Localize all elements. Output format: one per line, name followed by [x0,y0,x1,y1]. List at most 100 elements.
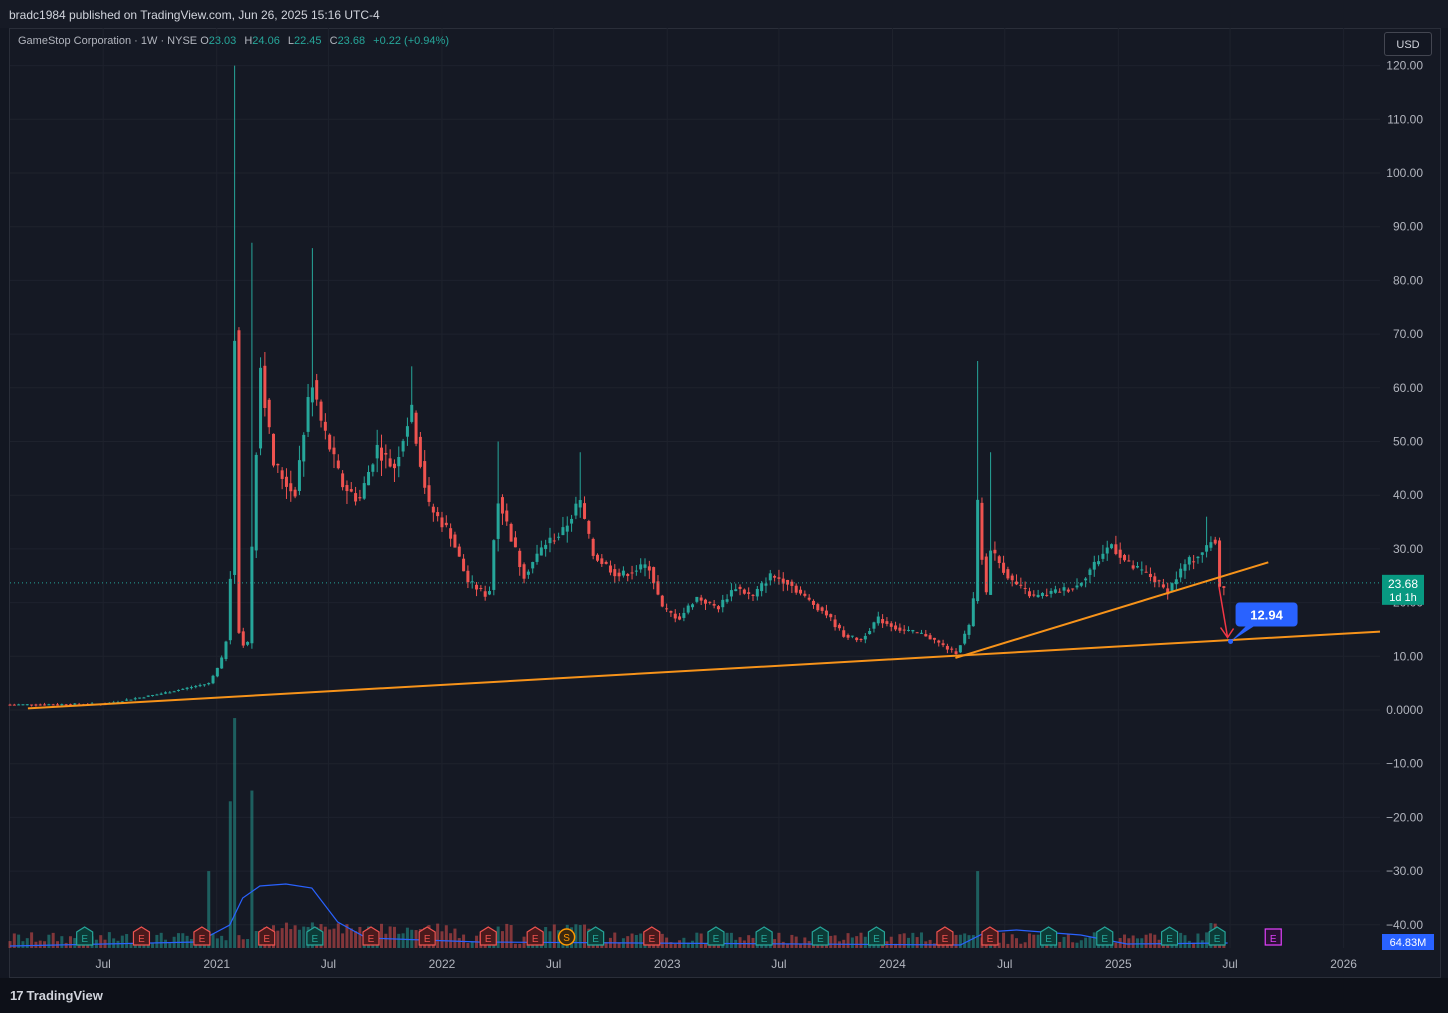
volume-bar [1036,934,1040,948]
candle-body [21,704,25,706]
candle-body [691,604,695,608]
candle-body [1032,594,1036,596]
candle-body [444,522,448,526]
volume-bar [211,933,215,948]
earnings-marker-label: E [987,934,994,945]
volume-bar [1084,937,1088,948]
y-tick-label: 50.00 [1393,435,1423,449]
earnings-marker-label: E [424,934,431,945]
earnings-marker-label: E [81,934,88,945]
y-tick-label: 100.00 [1386,166,1423,180]
candle-body [799,589,803,594]
candle-body [989,550,993,595]
volume-bar [518,943,522,948]
volume-bar [436,923,440,948]
volume-bar [1006,943,1010,948]
candle-body [643,564,647,568]
candle-body [699,597,703,601]
footer: 17 TradingView [0,978,1448,1013]
volume-bar [401,933,405,948]
tradingview-logo[interactable]: 17 TradingView [10,988,103,1003]
price-chart[interactable]: 12.94 E E E E E E E E E S E E E E E E E E E E E E E 120.00 110.… [0,0,1448,978]
volume-bar [1179,932,1183,948]
volume-bar [1183,935,1187,948]
candle-body [392,463,396,469]
volume-bar [129,943,133,948]
candle-body [38,704,42,706]
candle-body [453,534,457,548]
volume-bar [738,937,742,948]
open-value: 23.03 [208,35,237,47]
candle-body [1179,568,1183,578]
candle-body [319,401,323,421]
volume-bar [414,930,418,948]
candle-body [1213,539,1217,544]
candle-body [1131,565,1135,569]
candle-body [522,564,526,579]
change-value: +0.22 (+0.94%) [373,35,449,47]
candle-body [233,340,237,575]
trendline [955,561,1269,659]
volume-bar [751,937,755,948]
candle-body [375,444,379,459]
candle-body [276,463,280,466]
candle-body [1135,566,1139,568]
projection-arrow-shaft [1218,586,1229,638]
candle-body [531,561,535,569]
candle-body [570,518,574,524]
volume-bar [1127,938,1131,948]
candle-body [176,689,180,691]
candle-body [1187,557,1191,565]
volume-bar [354,931,358,948]
volume-bar [928,939,932,948]
volume-bar [237,935,241,948]
candle-body [60,704,64,706]
volume-bar [1066,933,1070,948]
candle-body [323,421,327,431]
candle-body [315,380,319,400]
candle-body [138,697,142,699]
candle-body [932,637,936,640]
volume-bar [164,939,168,948]
volume-bar [907,937,911,948]
candle-body [30,704,34,706]
candle-body [678,616,682,620]
volume-bar [302,926,306,948]
earnings-marker-label: E [485,934,492,945]
candle-body [639,564,643,570]
candle-body [293,489,297,497]
volume-bar [453,928,457,948]
volume-bar [500,931,504,948]
candle-body [829,614,833,618]
candle-body [1097,561,1101,565]
candle-body [397,457,401,467]
candle-body [837,624,841,629]
candle-body [384,453,388,455]
candle-body [872,622,876,629]
candle-body [284,476,288,487]
candle-body [846,635,850,638]
candle-body [889,623,893,627]
volume-bar [21,941,25,948]
candle-body [341,473,345,488]
candle-body [764,583,768,586]
candle-body [1183,564,1187,571]
volume-bar [1148,933,1152,948]
y-tick-label: 0.0000 [1386,703,1423,717]
volume-bar [60,936,64,948]
candle-body [215,667,219,677]
candle-body [181,688,185,690]
volume-bar [1075,942,1079,948]
candle-body [967,624,971,635]
currency-button[interactable]: USD [1384,32,1432,56]
candle-body [773,575,777,578]
candle-body [25,704,29,706]
candle-body [539,547,543,556]
earnings-marker-label: E [199,934,206,945]
candle-body [859,639,863,641]
candle-body [267,399,271,428]
candle-body [617,572,621,577]
volume-bar [496,926,500,948]
candle-body [1101,553,1105,559]
candle-body [51,704,55,706]
